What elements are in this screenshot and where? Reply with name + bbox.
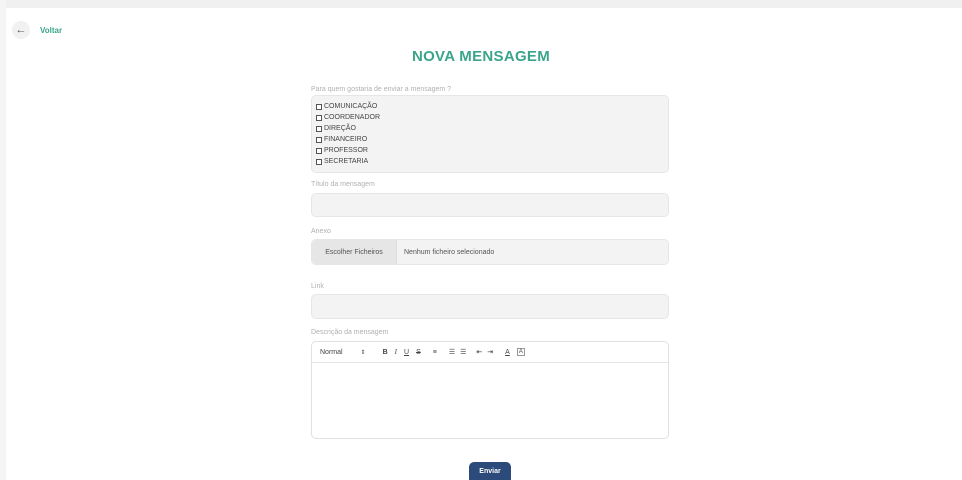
link-input[interactable] [311, 294, 669, 319]
option-label: COMUNICAÇÃO [324, 103, 378, 110]
page-title: NOVA MENSAGEM [411, 48, 551, 65]
back-button[interactable]: ← Voltar [12, 21, 62, 39]
background-color-icon[interactable]: A [516, 348, 525, 356]
recipient-option[interactable]: COORDENADOR [316, 112, 664, 123]
recipient-option[interactable]: PROFESSOR [316, 145, 664, 156]
message-title-input[interactable] [311, 193, 669, 217]
checkbox[interactable] [316, 136, 322, 143]
checkbox[interactable] [316, 103, 322, 110]
attachment-label: Anexo [311, 228, 331, 235]
checkbox[interactable] [316, 125, 322, 132]
recipient-option[interactable]: DIREÇÃO [316, 123, 664, 134]
option-label: FINANCEIRO [324, 136, 368, 143]
align-icon[interactable]: ≡ [433, 349, 437, 356]
send-button[interactable]: Enviar [469, 462, 511, 480]
recipients-label: Para quem gostaria de enviar a mensagem … [311, 86, 452, 93]
bold-icon[interactable]: B [383, 349, 388, 356]
strike-icon[interactable]: S [416, 349, 421, 356]
recipients-checklist: COMUNICAÇÃO COORDENADOR DIREÇÃO FINANCEI… [311, 95, 669, 173]
option-label: PROFESSOR [324, 147, 368, 154]
message-title-label: Título da mensagem [311, 181, 375, 188]
text-color-icon[interactable]: A [505, 349, 510, 356]
recipient-option[interactable]: SECRETARIA [316, 156, 664, 167]
underline-icon[interactable]: U [404, 349, 409, 356]
arrow-left-icon[interactable]: ← [12, 21, 30, 39]
option-label: COORDENADOR [324, 114, 381, 121]
option-label: DIREÇÃO [324, 125, 356, 132]
editor-content[interactable] [312, 363, 668, 440]
left-border [0, 0, 6, 480]
choose-files-button[interactable]: Escolher Ficheiros [312, 240, 397, 264]
outdent-icon[interactable]: ⇤ [476, 348, 482, 356]
back-label[interactable]: Voltar [40, 26, 62, 35]
format-select[interactable]: Normal [320, 349, 343, 356]
recipient-option[interactable]: COMUNICAÇÃO [316, 101, 664, 112]
checkbox[interactable] [316, 114, 322, 121]
indent-icon[interactable]: ⇥ [487, 348, 493, 356]
file-status: Nenhum ficheiro selecionado [404, 248, 495, 256]
top-border [0, 0, 962, 8]
recipient-option[interactable]: FINANCEIRO [316, 134, 664, 145]
select-arrows-icon[interactable]: ⇕ [361, 349, 366, 356]
checkbox[interactable] [316, 147, 322, 154]
option-label: SECRETARIA [324, 158, 369, 165]
link-label: Link [311, 283, 324, 290]
checkbox[interactable] [316, 158, 322, 165]
rich-text-editor: Normal ⇕ B I U S ≡ ☰ ☰ ⇤ ⇥ A A [311, 341, 669, 439]
bullet-list-icon[interactable]: ☰ [460, 348, 466, 356]
description-label: Descrição da mensagem [311, 329, 389, 336]
ordered-list-icon[interactable]: ☰ [449, 348, 455, 356]
italic-icon[interactable]: I [395, 348, 397, 356]
editor-toolbar: Normal ⇕ B I U S ≡ ☰ ☰ ⇤ ⇥ A A [312, 342, 668, 363]
file-input[interactable]: Escolher Ficheiros Nenhum ficheiro selec… [311, 239, 669, 265]
